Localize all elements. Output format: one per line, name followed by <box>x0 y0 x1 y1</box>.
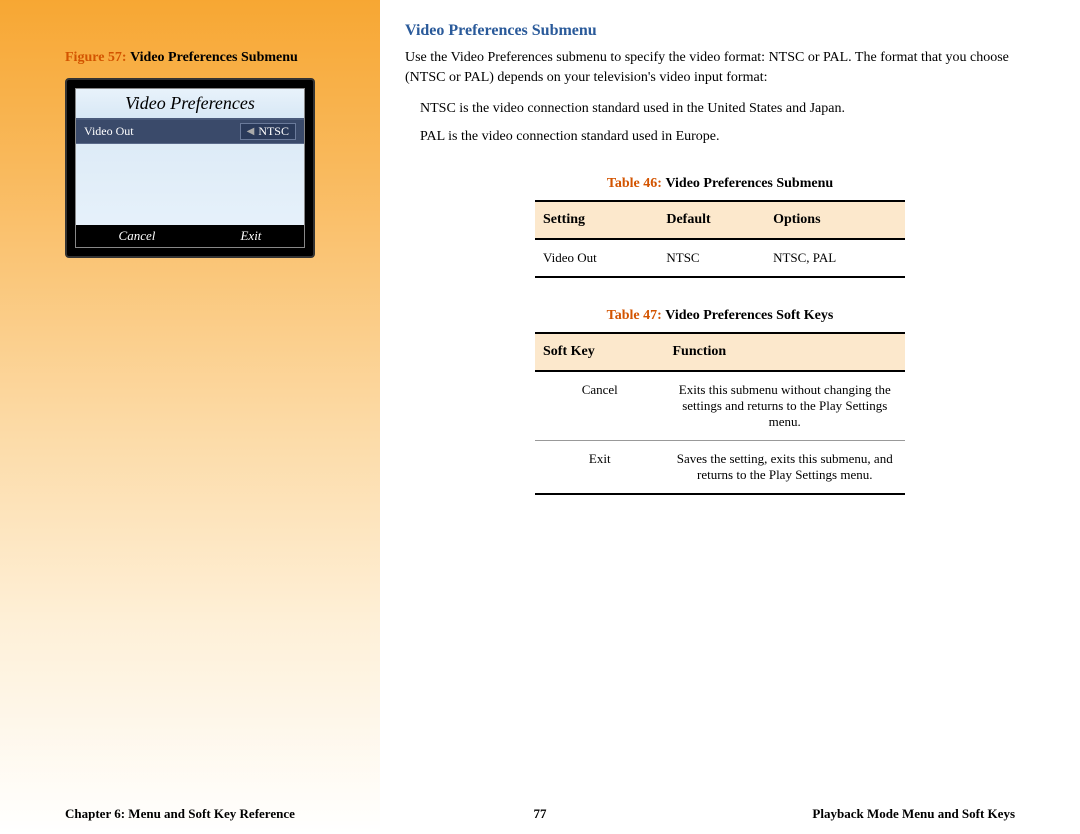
table46-h2: Options <box>765 201 905 239</box>
table47-h1: Function <box>665 333 906 371</box>
row-value-text: NTSC <box>258 124 289 139</box>
table46-label: Table 46: <box>607 176 662 191</box>
screenshot-frame: Video Preferences Video Out ◀ NTSC Cance… <box>65 78 315 258</box>
table-row: Cancel Exits this submenu without changi… <box>535 371 905 441</box>
footer-right: Playback Mode Menu and Soft Keys <box>812 806 1015 822</box>
row-value: ◀ NTSC <box>240 123 296 140</box>
cell: Saves the setting, exits this submenu, a… <box>665 441 906 495</box>
chevron-left-icon: ◀ <box>247 126 255 137</box>
footer-left: Chapter 6: Menu and Soft Key Reference <box>65 806 295 822</box>
figure-text: Video Preferences Submenu <box>130 50 298 65</box>
cell: NTSC, PAL <box>765 239 905 277</box>
paragraph-1: Use the Video Preferences submenu to spe… <box>405 48 1035 87</box>
row-label: Video Out <box>84 124 240 139</box>
table46: Setting Default Options Video Out NTSC N… <box>535 200 905 278</box>
table46-h1: Default <box>658 201 765 239</box>
table-row: Exit Saves the setting, exits this subme… <box>535 441 905 495</box>
cell: Cancel <box>535 371 665 441</box>
sidebar: Figure 57: Video Preferences Submenu Vid… <box>0 0 380 834</box>
table47-caption: Table 47: Video Preferences Soft Keys <box>405 308 1035 324</box>
screenshot-softkeys: Cancel Exit <box>76 225 304 247</box>
softkey-cancel: Cancel <box>119 228 156 244</box>
section-heading: Video Preferences Submenu <box>405 22 1035 40</box>
cell: NTSC <box>658 239 765 277</box>
screenshot-inner: Video Preferences Video Out ◀ NTSC Cance… <box>75 88 305 248</box>
screenshot-row: Video Out ◀ NTSC <box>76 120 304 144</box>
softkey-exit: Exit <box>240 228 261 244</box>
page-container: Figure 57: Video Preferences Submenu Vid… <box>0 0 1080 834</box>
figure-label: Figure 57: <box>65 50 127 65</box>
cell: Exit <box>535 441 665 495</box>
table47: Soft Key Function Cancel Exits this subm… <box>535 332 905 495</box>
screenshot-title: Video Preferences <box>76 89 304 120</box>
table-row: Video Out NTSC NTSC, PAL <box>535 239 905 277</box>
cell: Video Out <box>535 239 658 277</box>
table47-h0: Soft Key <box>535 333 665 371</box>
table47-text: Video Preferences Soft Keys <box>665 308 833 323</box>
paragraph-2: NTSC is the video connection standard us… <box>420 99 1035 119</box>
page-footer: Chapter 6: Menu and Soft Key Reference 7… <box>0 806 1080 822</box>
table46-caption: Table 46: Video Preferences Submenu <box>405 176 1035 192</box>
paragraph-3: PAL is the video connection standard use… <box>420 127 1035 147</box>
table46-wrap: Setting Default Options Video Out NTSC N… <box>535 200 905 278</box>
page-number: 77 <box>534 806 547 822</box>
table46-text: Video Preferences Submenu <box>665 176 833 191</box>
cell: Exits this submenu without changing the … <box>665 371 906 441</box>
table47-wrap: Soft Key Function Cancel Exits this subm… <box>535 332 905 495</box>
figure-caption: Figure 57: Video Preferences Submenu <box>65 50 350 66</box>
main-content: Video Preferences Submenu Use the Video … <box>380 0 1080 834</box>
table46-h0: Setting <box>535 201 658 239</box>
table47-label: Table 47: <box>607 308 662 323</box>
